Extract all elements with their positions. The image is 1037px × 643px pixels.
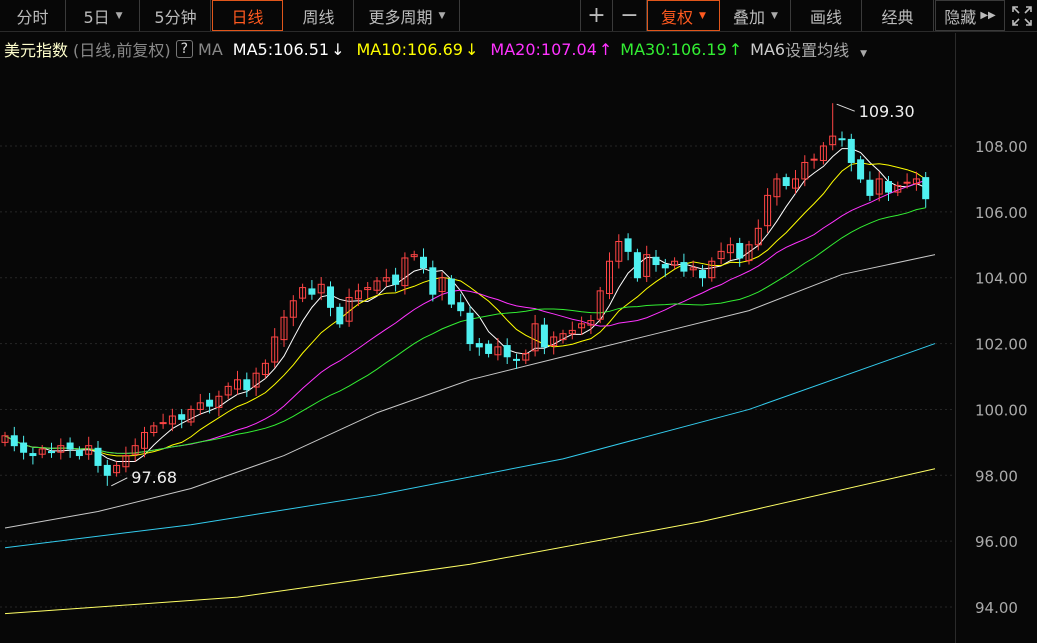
- candle-down: [103, 464, 111, 476]
- candle-down: [466, 312, 474, 345]
- fullscreen-icon[interactable]: [1006, 0, 1037, 31]
- ma5-down-arrow-icon: ↓: [331, 39, 345, 59]
- caret-down-icon: ▼: [860, 49, 868, 59]
- more-periods-dropdown[interactable]: 更多周期 ▼: [355, 0, 460, 31]
- caret-down-icon: ▼: [771, 10, 778, 21]
- chart-mode: (日线,前复权): [73, 41, 171, 60]
- tab-weekly[interactable]: 周线: [284, 0, 354, 31]
- candle-up: [810, 158, 818, 161]
- candle-down: [540, 324, 548, 348]
- candle-down: [699, 269, 706, 279]
- candle-down: [782, 177, 790, 187]
- classic-button[interactable]: 经典: [862, 0, 934, 31]
- y-tick-label: 96.00: [975, 533, 1018, 551]
- candle-down: [10, 435, 18, 447]
- candle-down: [633, 252, 641, 279]
- tab-daily[interactable]: 日线: [212, 0, 283, 31]
- candle-down: [20, 442, 28, 453]
- candle-down: [29, 453, 37, 457]
- ma10-down-arrow-icon: ↓: [464, 39, 479, 59]
- candle-down: [420, 256, 427, 269]
- candle-down: [447, 278, 455, 305]
- candle-down: [661, 264, 669, 269]
- candle-down: [847, 138, 855, 163]
- ma-legend: 美元指数 (日线,前复权) ? MA MA5:106.51 ↓ MA10:106.…: [0, 33, 955, 65]
- candle-down: [838, 138, 846, 141]
- candle-down: [48, 451, 55, 454]
- candle-down: [736, 242, 744, 259]
- candlestick-chart[interactable]: 108.00 106.00 104.00 102.00 100.00 98.00 96.00…: [0, 65, 1037, 643]
- candle-down: [392, 274, 400, 285]
- candle-up: [159, 422, 167, 425]
- fuquan-dropdown[interactable]: 复权 ▼: [647, 0, 720, 31]
- ma20-line: [4, 179, 926, 454]
- tab-fenshi[interactable]: 分时: [0, 0, 66, 31]
- high-marker-arrow: [836, 103, 855, 112]
- ma5-value: MA5:106.51: [232, 39, 330, 59]
- candle-down: [457, 302, 465, 312]
- ma10-value: MA10:106.69: [356, 39, 463, 59]
- ma-line-ma60: [4, 254, 936, 529]
- y-tick-label: 106.00: [975, 204, 1028, 222]
- low-marker-arrow: [111, 477, 128, 487]
- instrument-name: 美元指数: [4, 41, 69, 60]
- candle-down: [485, 343, 493, 354]
- zoom-in-button[interactable]: +: [580, 0, 613, 31]
- candle-down: [94, 447, 102, 466]
- y-tick-label: 102.00: [975, 336, 1028, 354]
- candle-down: [327, 286, 334, 308]
- ma5-line: [4, 148, 926, 462]
- double-arrow-right-icon: ▶▶: [980, 10, 996, 21]
- candle-down: [75, 449, 83, 457]
- candle-down: [243, 379, 251, 391]
- overlay-dropdown[interactable]: 叠加 ▼: [721, 0, 791, 31]
- ma30-line: [4, 207, 926, 454]
- caret-down-icon: ▼: [438, 10, 446, 21]
- candle-down: [206, 399, 214, 407]
- caret-down-icon: ▼: [699, 10, 706, 21]
- y-tick-label: 98.00: [975, 467, 1018, 485]
- ma20-value: MA20:107.04: [490, 39, 597, 59]
- candle-down: [336, 306, 344, 325]
- candle-up: [903, 181, 911, 184]
- ma10-line: [4, 162, 926, 457]
- candle-down: [652, 256, 660, 266]
- candle-down: [922, 177, 930, 200]
- zoom-out-button[interactable]: −: [613, 0, 647, 31]
- candle-down: [513, 358, 520, 361]
- help-button[interactable]: ?: [175, 40, 194, 58]
- caret-down-icon: ▼: [115, 10, 123, 21]
- candle-down: [857, 159, 865, 180]
- hide-button[interactable]: 隐藏 ▶▶: [935, 0, 1005, 31]
- ma60-value: MA6: [750, 39, 786, 59]
- ma-label: MA: [198, 39, 223, 59]
- tab-5min[interactable]: 5分钟: [141, 0, 211, 31]
- candle-down: [475, 343, 483, 348]
- candle-down: [680, 262, 688, 272]
- y-tick-label: 104.00: [975, 270, 1028, 288]
- draw-line-button[interactable]: 画线: [791, 0, 862, 31]
- ma-settings-dropdown[interactable]: 设置均线 ▼: [785, 37, 872, 61]
- ma20-up-arrow-icon: ↑: [598, 39, 613, 59]
- candle-down: [624, 238, 632, 252]
- toolbar: 分时 5日 ▼ 5分钟 日线 周线 更多周期 ▼ + − 复权 ▼ 叠加 ▼ 画线 经典…: [0, 0, 1037, 32]
- candle-down: [429, 267, 437, 295]
- high-price-label: 109.30: [859, 102, 915, 121]
- candle-down: [503, 345, 511, 358]
- candle-down: [885, 181, 892, 193]
- ma30-up-arrow-icon: ↑: [728, 39, 743, 59]
- y-tick-label: 100.00: [975, 401, 1028, 419]
- low-price-label: 97.68: [131, 468, 177, 487]
- y-tick-label: 108.00: [975, 138, 1028, 156]
- candle-down: [66, 442, 74, 450]
- tab-5day[interactable]: 5日 ▼: [67, 0, 140, 31]
- ma30-value: MA30:106.19: [620, 39, 727, 59]
- candle-down: [308, 288, 316, 295]
- candle-down: [866, 179, 874, 196]
- candle-down: [178, 414, 186, 420]
- y-tick-label: 94.00: [975, 599, 1018, 617]
